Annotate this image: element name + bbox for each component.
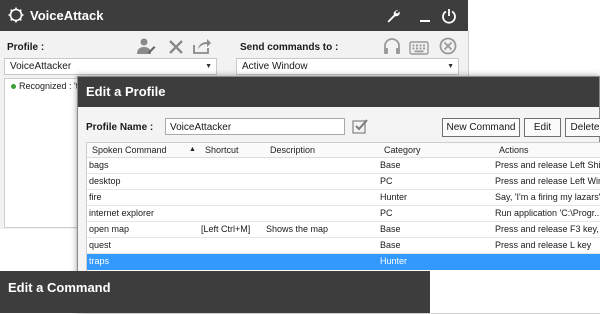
log-entry: Recognized : 'tr <box>11 81 81 91</box>
send-commands-label: Send commands to : <box>240 42 339 53</box>
edit-command-titlebar: Edit a Command <box>0 271 430 313</box>
stop-icon[interactable] <box>438 37 458 55</box>
send-commands-value: Active Window <box>242 61 308 72</box>
cell-category: PC <box>380 176 393 186</box>
profile-label: Profile : <box>7 42 45 53</box>
app-title: VoiceAttack <box>30 8 104 23</box>
delete-button[interactable]: Delete <box>565 118 600 137</box>
checkmark-icon[interactable] <box>352 118 368 134</box>
cell-spoken-command: fire <box>89 192 102 202</box>
cell-description <box>266 206 376 221</box>
profile-dropdown-value: VoiceAttacker <box>10 61 72 72</box>
cell-shortcut <box>201 174 261 189</box>
cell-shortcut <box>201 158 261 173</box>
cell-shortcut <box>201 254 261 269</box>
edit-profile-titlebar: Edit a Profile <box>78 77 599 107</box>
cell-description <box>266 254 376 269</box>
cell-actions <box>495 254 600 269</box>
cell-actions: Press and release Left Shif... <box>495 160 600 170</box>
export-arrow-icon[interactable] <box>192 37 212 55</box>
cell-actions: Press and release F3 key, ... <box>495 224 600 234</box>
table-row[interactable]: fire Hunter Say, 'I'm a firing my lazars… <box>87 190 600 206</box>
keyboard-icon[interactable] <box>409 39 429 57</box>
cell-spoken-command: internet explorer <box>89 208 155 218</box>
table-row[interactable]: desktop PC Press and release Left Win... <box>87 174 600 190</box>
cell-category: Base <box>380 240 401 250</box>
profile-name-input[interactable]: VoiceAttacker <box>165 118 345 135</box>
wrench-icon[interactable] <box>385 8 401 24</box>
table-row[interactable]: quest Base Press and release L key <box>87 238 600 254</box>
cell-description <box>266 158 376 173</box>
cell-category: PC <box>380 208 393 218</box>
column-header-shortcut[interactable]: Shortcut <box>205 143 239 157</box>
send-commands-dropdown[interactable]: Active Window ▼ <box>236 58 459 75</box>
cell-description <box>266 174 376 189</box>
table-row[interactable]: open map [Left Ctrl+M] Shows the map Bas… <box>87 222 600 238</box>
cell-category: Base <box>380 160 401 170</box>
cell-spoken-command: open map <box>89 224 130 234</box>
cell-category: Base <box>380 224 401 234</box>
cell-category: Hunter <box>380 192 408 202</box>
table-row-selected[interactable]: traps Hunter <box>87 254 600 270</box>
log-entry-text: Recognized : 'tr <box>19 81 82 91</box>
column-header-actions[interactable]: Actions <box>499 143 529 157</box>
status-dot-icon <box>11 84 16 90</box>
column-header-category[interactable]: Category <box>384 143 421 157</box>
cell-actions: Press and release Left Win... <box>495 176 600 186</box>
headphones-icon[interactable] <box>382 37 402 55</box>
cell-category: Hunter <box>380 256 408 266</box>
cell-shortcut <box>201 238 261 253</box>
cell-spoken-command: traps <box>89 256 110 266</box>
recognition-log[interactable]: Recognized : 'tr <box>4 78 81 228</box>
new-command-button[interactable]: New Command <box>442 118 520 137</box>
cell-spoken-command: bags <box>89 160 109 170</box>
cell-spoken-command: desktop <box>89 176 121 186</box>
cell-shortcut <box>201 206 261 221</box>
cell-shortcut: [Left Ctrl+M] <box>201 224 251 234</box>
chevron-down-icon: ▼ <box>447 63 454 70</box>
table-header: Spoken Command ▲ Shortcut Description Ca… <box>87 143 600 158</box>
minimize-icon[interactable] <box>418 8 432 24</box>
cell-shortcut <box>201 190 261 205</box>
profile-name-label: Profile Name : <box>86 122 154 133</box>
gear-logo-icon <box>8 7 24 23</box>
dialog-title: Edit a Command <box>8 280 111 295</box>
dialog-title: Edit a Profile <box>86 84 166 99</box>
column-header-spoken-command[interactable]: Spoken Command <box>92 143 167 157</box>
cell-description <box>266 238 376 253</box>
cell-actions: Press and release L key <box>495 240 592 250</box>
table-row[interactable]: bags Base Press and release Left Shif... <box>87 158 600 174</box>
cell-description: Shows the map <box>266 224 329 234</box>
edit-button[interactable]: Edit <box>524 118 561 137</box>
main-titlebar: VoiceAttack <box>0 0 468 31</box>
chevron-down-icon: ▼ <box>205 63 212 70</box>
cell-description <box>266 190 376 205</box>
cell-actions: Run application 'C:\Progr... <box>495 208 600 218</box>
cell-spoken-command: quest <box>89 240 112 250</box>
column-header-description[interactable]: Description <box>270 143 315 157</box>
power-icon[interactable] <box>441 8 457 24</box>
cell-actions: Say, 'I'm a firing my lazars' <box>495 192 600 202</box>
profile-dropdown[interactable]: VoiceAttacker ▼ <box>4 58 217 75</box>
table-row[interactable]: internet explorer PC Run application 'C:… <box>87 206 600 222</box>
sort-arrow-icon: ▲ <box>189 146 196 153</box>
profile-edit-icon[interactable] <box>136 37 156 55</box>
delete-x-icon[interactable] <box>166 38 186 56</box>
